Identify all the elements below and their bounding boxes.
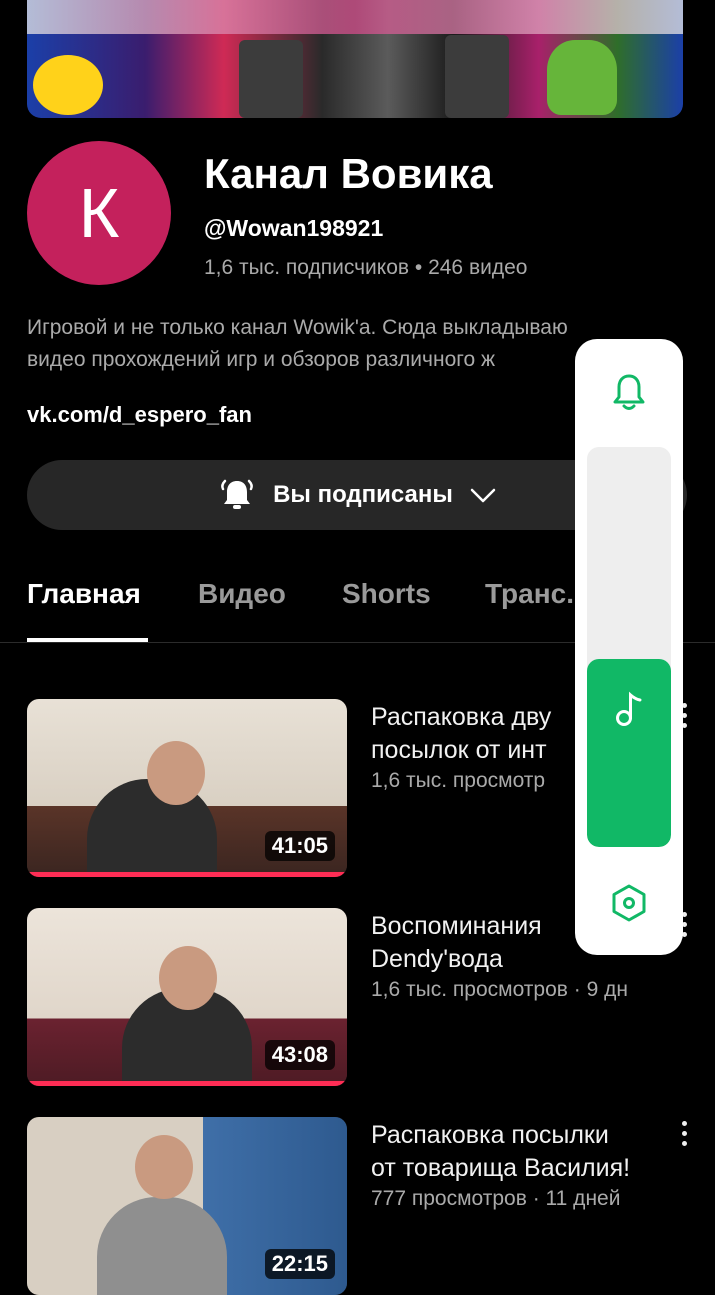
description-line: Игровой и не только канал Wowik'a. Сюда … [27,316,568,339]
watch-progress-bar [27,1081,347,1086]
video-meta: 1,6 тыс. просмотров · 9 дн [371,978,628,1001]
settings-hexagon-icon[interactable] [608,882,650,929]
channel-handle: @Wowan198921 [204,215,384,241]
video-thumbnail[interactable]: 41:05 [27,699,347,877]
channel-title: Канал Вовика [204,150,493,197]
channel-stats: 1,6 тыс. подписчиков • 246 видео [204,256,528,279]
thumbnail-image [147,741,205,805]
bell-outline-icon[interactable] [609,371,649,418]
video-thumbnail[interactable]: 43:08 [27,908,347,1086]
video-title[interactable]: Распаковка посылки от товарища Василия! [371,1119,671,1185]
video-thumbnail[interactable]: 22:15 [27,1117,347,1295]
subscribe-label: Вы подписаны [273,481,453,508]
banner-art [33,55,103,115]
video-meta: 777 просмотров · 11 дней [371,1187,621,1210]
watch-progress-bar [27,872,347,877]
volume-slider[interactable] [587,447,671,847]
thumbnail-image [135,1135,193,1199]
channel-description[interactable]: Игровой и не только канал Wowik'a. Сюда … [27,312,667,376]
volume-panel [575,339,683,955]
banner-art [27,0,683,34]
channel-avatar[interactable]: К [27,141,171,285]
title-line: Распаковка посылки [371,1121,609,1149]
video-duration: 43:08 [264,1040,335,1070]
volume-slider-fill [587,659,671,847]
video-duration: 41:05 [264,831,335,861]
music-note-icon [613,689,645,734]
chevron-down-icon [469,485,497,505]
thumbnail-image [159,946,217,1010]
banner-art [445,35,509,118]
bell-ringing-icon [217,475,257,515]
channel-link[interactable]: vk.com/d_espero_fan [27,402,252,428]
title-line: от товарища Василия! [371,1154,631,1182]
video-item[interactable]: 22:15 Распаковка посылки от товарища Вас… [27,1117,687,1295]
tab-home[interactable]: Главная [27,578,141,610]
tab-shorts[interactable]: Shorts [342,578,431,610]
description-line: видео прохождений игр и обзоров различно… [27,348,496,371]
channel-banner [27,0,683,118]
tab-videos[interactable]: Видео [198,578,286,610]
more-options-icon[interactable] [679,1121,689,1146]
tab-live[interactable]: Транс. [485,578,574,610]
banner-art [547,40,617,115]
banner-art [239,40,303,118]
